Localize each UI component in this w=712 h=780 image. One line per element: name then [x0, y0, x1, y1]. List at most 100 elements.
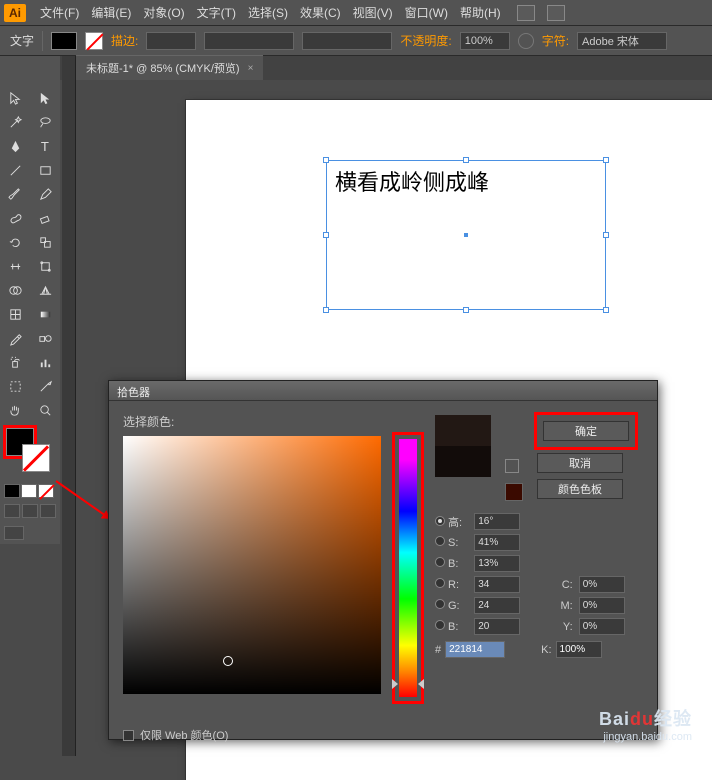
width-tool[interactable]	[0, 254, 30, 278]
cancel-button[interactable]: 取消	[537, 453, 623, 473]
pen-tool[interactable]	[0, 134, 30, 158]
arrange-icon[interactable]	[547, 5, 565, 21]
b-hsb-radio[interactable]	[435, 557, 445, 567]
menu-window[interactable]: 窗口(W)	[399, 4, 454, 21]
recolor-icon[interactable]	[518, 33, 534, 49]
magic-wand-tool[interactable]	[0, 110, 30, 134]
close-tab-icon[interactable]: ×	[248, 63, 254, 74]
menu-file[interactable]: 文件(F)	[34, 4, 85, 21]
text-content[interactable]: 横看成岭侧成峰	[327, 161, 605, 201]
rotate-tool[interactable]	[0, 230, 30, 254]
y-input[interactable]	[579, 618, 625, 635]
h-input[interactable]	[474, 513, 520, 530]
shape-builder-tool[interactable]	[0, 278, 30, 302]
artboard-tool[interactable]	[0, 374, 30, 398]
ok-button[interactable]: 确定	[543, 421, 629, 441]
hand-tool[interactable]	[0, 398, 30, 422]
eraser-tool[interactable]	[30, 206, 60, 230]
scale-tool[interactable]	[30, 230, 60, 254]
line-tool[interactable]	[0, 158, 30, 182]
perspective-grid-tool[interactable]	[30, 278, 60, 302]
b-rgb-radio[interactable]	[435, 620, 445, 630]
toolbox: T	[0, 56, 60, 544]
font-dropdown[interactable]: Adobe 宋体	[577, 32, 667, 50]
symbol-sprayer-tool[interactable]	[0, 350, 30, 374]
zoom-tool[interactable]	[30, 398, 60, 422]
centerpoint-icon	[464, 233, 468, 237]
eyedropper-tool[interactable]	[0, 326, 30, 350]
new-color-swatch	[435, 415, 491, 446]
hex-input[interactable]	[445, 641, 505, 658]
opacity-dropdown[interactable]: 100%	[460, 32, 510, 50]
stroke-swatch[interactable]	[85, 32, 103, 50]
b-rgb-input[interactable]	[474, 618, 520, 635]
selection-tool[interactable]	[0, 86, 30, 110]
menu-edit[interactable]: 编辑(E)	[85, 4, 137, 21]
stroke-color-square[interactable]	[22, 444, 50, 472]
slice-tool[interactable]	[30, 374, 60, 398]
menu-help[interactable]: 帮助(H)	[454, 4, 507, 21]
out-of-gamut-swatch[interactable]	[505, 483, 523, 501]
document-tab-strip: 未标题-1* @ 85% (CMYK/预览) ×	[0, 56, 712, 80]
stroke-profile-dropdown[interactable]	[204, 32, 294, 50]
mesh-tool[interactable]	[0, 302, 30, 326]
document-tab[interactable]: 未标题-1* @ 85% (CMYK/预览) ×	[76, 55, 263, 80]
s-radio[interactable]	[435, 536, 445, 546]
brush-dropdown[interactable]	[302, 32, 392, 50]
gradient-tool[interactable]	[30, 302, 60, 326]
blend-tool[interactable]	[30, 326, 60, 350]
tab-title: 未标题-1* @ 85% (CMYK/预览)	[86, 60, 240, 76]
hue-arrow-left-icon	[392, 679, 398, 689]
3d-cube-icon[interactable]	[505, 459, 519, 473]
draw-inside-icon[interactable]	[40, 504, 56, 518]
lasso-tool[interactable]	[30, 110, 60, 134]
opacity-label: 不透明度:	[400, 32, 451, 49]
web-only-checkbox[interactable]	[123, 730, 134, 741]
column-graph-tool[interactable]	[30, 350, 60, 374]
draw-normal-icon[interactable]	[4, 504, 20, 518]
web-only-label: 仅限 Web 颜色(O)	[140, 727, 228, 743]
mini-swatch-none[interactable]	[38, 484, 54, 498]
swatches-button[interactable]: 颜色色板	[537, 479, 623, 499]
m-input[interactable]	[579, 597, 625, 614]
h-radio[interactable]	[435, 516, 445, 526]
color-picker-dialog: 拾色器 选择颜色:	[108, 380, 658, 740]
menu-type[interactable]: 文字(T)	[191, 4, 242, 21]
blob-brush-tool[interactable]	[0, 206, 30, 230]
screen-mode-icon[interactable]	[4, 526, 24, 540]
menu-object[interactable]: 对象(O)	[137, 4, 190, 21]
fill-stroke-control[interactable]	[0, 422, 60, 482]
options-bar: 文字 描边: 不透明度: 100% 字符: Adobe 宋体	[0, 26, 712, 56]
g-input[interactable]	[474, 597, 520, 614]
bridge-icon[interactable]	[517, 5, 535, 21]
s-input[interactable]	[474, 534, 520, 551]
separator	[42, 31, 43, 51]
hue-arrow-right-icon	[418, 679, 424, 689]
menu-view[interactable]: 视图(V)	[347, 4, 399, 21]
draw-behind-icon[interactable]	[22, 504, 38, 518]
free-transform-tool[interactable]	[30, 254, 60, 278]
pencil-tool[interactable]	[30, 182, 60, 206]
mini-swatch-color[interactable]	[4, 484, 20, 498]
old-color-swatch[interactable]	[435, 446, 491, 477]
menu-bar: Ai 文件(F) 编辑(E) 对象(O) 文字(T) 选择(S) 效果(C) 视…	[0, 0, 712, 26]
menu-select[interactable]: 选择(S)	[242, 4, 294, 21]
mini-swatch-gradient[interactable]	[21, 484, 37, 498]
direct-selection-tool[interactable]	[30, 86, 60, 110]
text-frame[interactable]: 横看成岭侧成峰	[326, 160, 606, 310]
stroke-weight-dropdown[interactable]	[146, 32, 196, 50]
hue-slider[interactable]	[399, 439, 417, 697]
c-input[interactable]	[579, 576, 625, 593]
g-radio[interactable]	[435, 599, 445, 609]
rectangle-tool[interactable]	[30, 158, 60, 182]
r-input[interactable]	[474, 576, 520, 593]
r-radio[interactable]	[435, 578, 445, 588]
menu-effect[interactable]: 效果(C)	[294, 4, 347, 21]
k-input[interactable]	[556, 641, 602, 658]
color-preview	[435, 415, 491, 477]
fill-swatch[interactable]	[51, 32, 77, 50]
paintbrush-tool[interactable]	[0, 182, 30, 206]
saturation-value-field[interactable]	[123, 436, 381, 694]
b-hsb-input[interactable]	[474, 555, 520, 572]
type-tool[interactable]: T	[30, 134, 60, 158]
